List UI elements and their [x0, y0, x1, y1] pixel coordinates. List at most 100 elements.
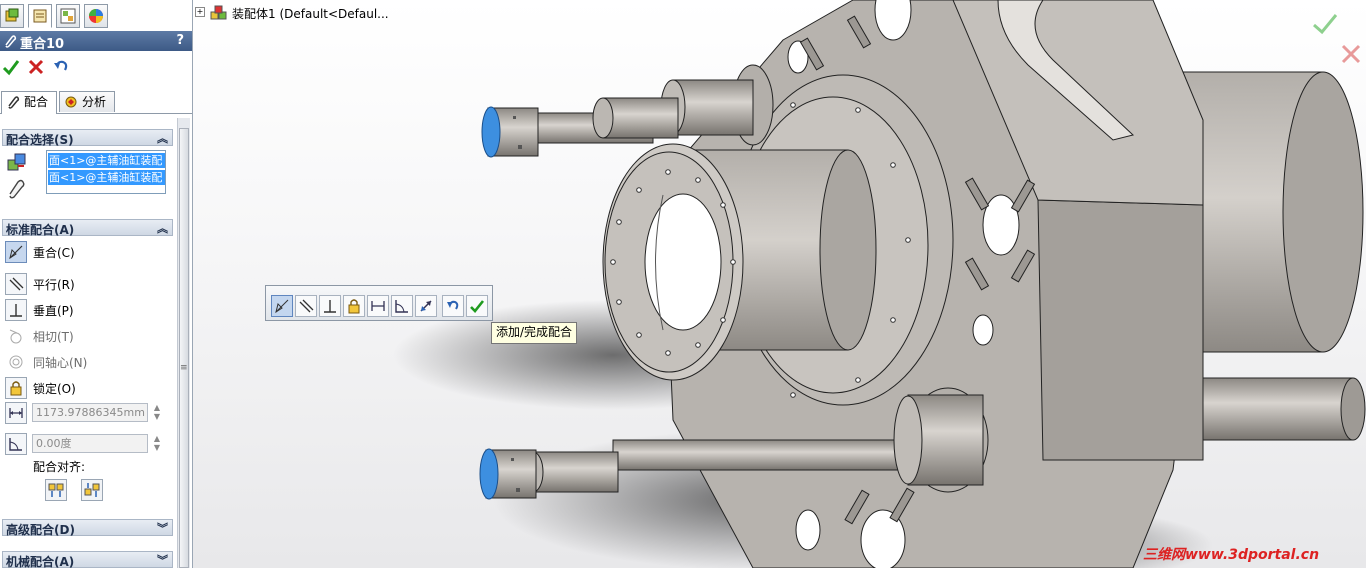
list-item[interactable]: 面<1>@主辅油缸装配	[48, 170, 165, 185]
configuration-manager-tab[interactable]	[56, 4, 80, 28]
popup-perpendicular-button[interactable]	[319, 295, 341, 317]
anti-aligned-button[interactable]	[81, 479, 103, 501]
perpendicular-icon	[324, 300, 336, 313]
close-icon	[28, 59, 44, 75]
property-manager-panel: 重合10 ? 配合 分析 配合选择(S) ︽ 面<1>@主辅油缸装配 面<1>@…	[0, 0, 193, 569]
advanced-mates-header[interactable]: 高级配合(D) ︾	[2, 519, 173, 537]
angle-icon[interactable]	[5, 433, 27, 455]
popup-angle-button[interactable]	[391, 295, 413, 317]
property-icon	[33, 9, 47, 23]
paperclip-icon	[8, 96, 20, 109]
checkmark-icon	[2, 60, 20, 76]
popup-lock-button[interactable]	[343, 295, 365, 317]
feature-tree-icon	[5, 8, 19, 22]
aligned-icon	[48, 483, 64, 497]
mate-popup-toolbar	[265, 285, 493, 321]
distance-stepper[interactable]: ▲ ▼	[151, 403, 163, 422]
feature-manager-tab[interactable]	[0, 4, 24, 28]
popup-parallel-button[interactable]	[295, 295, 317, 317]
concentric-option[interactable]: 同轴心(N)	[5, 351, 165, 373]
property-manager-title-bar: 重合10 ?	[0, 31, 192, 52]
distance-icon[interactable]	[5, 402, 27, 424]
expand-down-icon: ︾	[157, 522, 168, 535]
list-item[interactable]: 面<1>@主辅油缸装配	[48, 153, 165, 168]
mate-selections-title: 配合选择(S)	[6, 133, 74, 147]
undo-icon	[447, 300, 459, 310]
angle-field[interactable]: 0.00度	[32, 434, 148, 453]
tab-mates-label: 配合	[24, 95, 49, 109]
flip-alignment-icon	[420, 300, 432, 312]
help-button[interactable]: ?	[176, 33, 184, 48]
lock-option[interactable]: 锁定(O)	[5, 377, 165, 399]
perpendicular-option[interactable]: 垂直(P)	[5, 299, 165, 321]
lock-label: 锁定(O)	[33, 382, 76, 396]
mate-selection-list[interactable]: 面<1>@主辅油缸装配 面<1>@主辅油缸装配	[46, 150, 166, 194]
confirmation-ok-button[interactable]	[1311, 12, 1339, 39]
coincident-icon[interactable]	[5, 241, 27, 263]
undo-button[interactable]	[51, 58, 71, 78]
distance-field[interactable]: 1173.97886345mm	[32, 403, 148, 422]
assembly-model	[393, 0, 1366, 568]
mate-alignment-label: 配合对齐:	[33, 460, 86, 474]
mate-pin-icon[interactable]	[6, 178, 30, 202]
tab-analysis[interactable]: 分析	[59, 91, 115, 112]
graphics-area[interactable]: + 装配体1 (Default<Defaul... 添加/完成配合 三维网www…	[193, 0, 1366, 568]
paperclip-icon	[3, 34, 17, 52]
grip-icon: ≡	[180, 363, 188, 373]
checkmark-icon	[470, 300, 485, 313]
analysis-icon	[65, 96, 77, 108]
panel-scrollbar[interactable]: ≡	[177, 118, 190, 568]
tooltip: 添加/完成配合	[491, 322, 578, 344]
angle-stepper[interactable]: ▲ ▼	[151, 434, 163, 453]
expand-down-icon: ︾	[157, 554, 168, 567]
page-title: 重合10	[20, 37, 65, 52]
popup-flip-alignment-button[interactable]	[415, 295, 437, 317]
undo-icon	[54, 60, 68, 71]
perpendicular-icon[interactable]	[5, 299, 27, 321]
confirmation-cancel-button[interactable]	[1339, 42, 1363, 69]
subtab-bar: 配合 分析	[0, 89, 192, 114]
perpendicular-label: 垂直(P)	[33, 304, 74, 318]
appearance-manager-tab[interactable]	[84, 4, 108, 28]
property-manager-tab[interactable]	[28, 4, 52, 28]
ok-button[interactable]	[1, 58, 21, 78]
advanced-mates-title: 高级配合(D)	[6, 523, 75, 537]
coincident-icon	[275, 299, 289, 314]
mate-selections-header[interactable]: 配合选择(S) ︽	[2, 129, 173, 147]
tangent-icon[interactable]	[5, 325, 27, 347]
scrollbar-thumb[interactable]	[179, 128, 189, 568]
manager-tabs	[0, 4, 192, 30]
cancel-button[interactable]	[26, 58, 46, 78]
tangent-option[interactable]: 相切(T)	[5, 325, 165, 347]
standard-mates-header[interactable]: 标准配合(A) ︽	[2, 219, 173, 237]
anti-aligned-icon	[84, 483, 100, 497]
concentric-label: 同轴心(N)	[33, 356, 88, 370]
standard-mates-title: 标准配合(A)	[6, 223, 75, 237]
popup-add-finish-mate-button[interactable]	[466, 295, 488, 317]
tangent-label: 相切(T)	[33, 330, 74, 344]
concentric-icon[interactable]	[5, 351, 27, 373]
checkmark-icon	[1313, 14, 1338, 35]
lock-icon[interactable]	[5, 377, 27, 399]
mate-selection-icon	[6, 152, 30, 176]
tab-mates[interactable]: 配合	[1, 91, 57, 114]
tab-analysis-label: 分析	[82, 95, 107, 109]
parallel-label: 平行(R)	[33, 278, 75, 292]
angle-icon	[395, 300, 408, 313]
appearance-icon	[89, 9, 103, 23]
watermark-text: 三维网www.3dportal.cn	[1143, 547, 1320, 563]
close-icon	[1341, 44, 1361, 64]
popup-coincident-button[interactable]	[271, 295, 293, 317]
lock-icon	[348, 299, 360, 314]
collapse-up-icon: ︽	[157, 222, 168, 235]
parallel-icon	[299, 299, 314, 313]
aligned-button[interactable]	[45, 479, 67, 501]
coincident-option[interactable]: 重合(C)	[5, 241, 165, 263]
parallel-option[interactable]: 平行(R)	[5, 273, 165, 295]
mechanical-mates-header[interactable]: 机械配合(A) ︾	[2, 551, 173, 569]
parallel-icon[interactable]	[5, 273, 27, 295]
coincident-label: 重合(C)	[33, 246, 75, 260]
popup-undo-button[interactable]	[442, 295, 464, 317]
collapse-up-icon: ︽	[157, 132, 168, 145]
popup-distance-button[interactable]	[367, 295, 389, 317]
